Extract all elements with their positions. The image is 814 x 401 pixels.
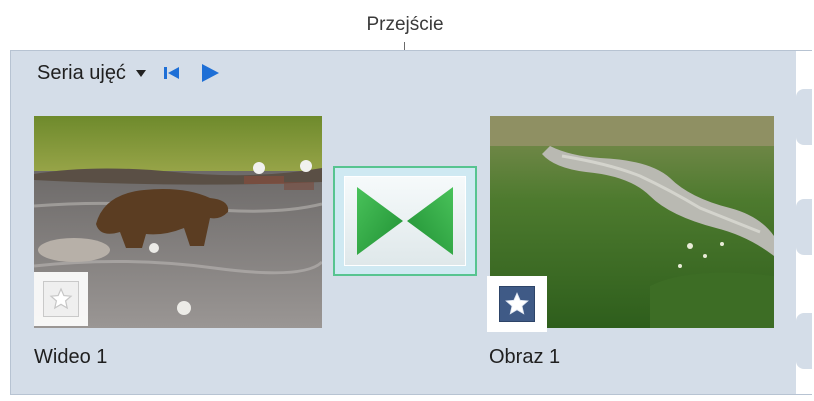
dropdown-arrow-icon bbox=[135, 69, 146, 77]
transition-tile[interactable] bbox=[333, 166, 477, 276]
skip-to-start-button[interactable] bbox=[160, 61, 184, 85]
star-icon bbox=[499, 286, 535, 322]
video-clip-caption: Wideo 1 bbox=[34, 346, 108, 368]
image-star-badge[interactable] bbox=[487, 276, 547, 332]
transition-callout-label: Przejście bbox=[366, 14, 444, 35]
storyboard-toolbar: Seria ujęć bbox=[37, 60, 222, 86]
series-label-text: Seria ujęć bbox=[37, 61, 126, 84]
play-icon bbox=[201, 64, 219, 82]
star-icon-disabled bbox=[43, 281, 79, 317]
series-dropdown[interactable]: Seria ujęć bbox=[37, 62, 146, 85]
image-clip-caption: Obraz 1 bbox=[489, 346, 561, 368]
panel-scroll-edge bbox=[796, 51, 812, 394]
video-star-badge[interactable] bbox=[34, 272, 88, 326]
play-button[interactable] bbox=[198, 61, 222, 85]
transition-icon bbox=[344, 176, 466, 266]
skip-to-start-icon bbox=[163, 67, 179, 79]
